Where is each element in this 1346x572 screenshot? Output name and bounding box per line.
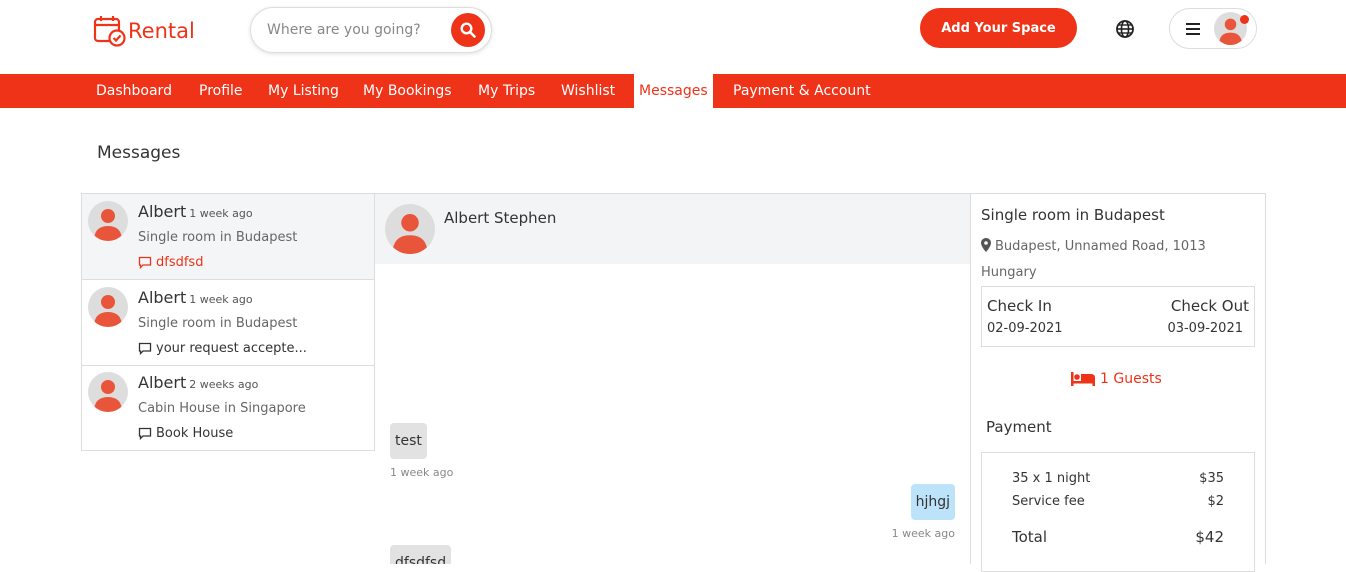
nav-item-dashboard[interactable]: Dashboard — [96, 74, 172, 108]
notification-dot — [1240, 15, 1249, 24]
logo-text: Rental — [128, 18, 195, 43]
chat-icon — [138, 256, 152, 269]
search-input[interactable] — [267, 22, 447, 38]
logo[interactable]: Rental — [93, 14, 195, 47]
hamburger-icon — [1186, 22, 1200, 35]
conversation-listing: Single room in Budapest — [138, 230, 298, 245]
conversation-item[interactable]: Albert 2 weeks ago Cabin House in Singapo… — [82, 365, 374, 451]
nav-item-payment-account[interactable]: Payment & Account — [733, 74, 871, 108]
conversation-preview: dfsdfsd — [138, 255, 203, 270]
contact-name: Albert — [138, 373, 187, 392]
conversation-item[interactable]: Albert 1 week ago Single room in Budapest… — [82, 280, 374, 366]
conversation-name: Albert 1 week ago — [138, 288, 253, 307]
booking-dates: Check In 02-09-2021 Check Out 03-09-2021 — [981, 286, 1255, 347]
user-menu-button[interactable] — [1169, 8, 1257, 49]
nav-item-my-trips[interactable]: My Trips — [478, 74, 535, 108]
check-out-label: Check Out — [1170, 297, 1249, 315]
conversation-name: Albert 2 weeks ago — [138, 373, 258, 392]
globe-icon[interactable] — [1115, 19, 1135, 39]
chat-header: Albert Stephen — [375, 194, 970, 264]
search-bar — [250, 7, 492, 53]
conversation-preview: your request accepte... — [138, 341, 307, 356]
top-header: Rental Add Your Space — [0, 0, 1346, 74]
booking-details-panel: Single room in Budapest Budapest, Unname… — [970, 193, 1266, 572]
page-title: Messages — [97, 143, 181, 163]
contact-name: Albert — [138, 202, 187, 221]
add-your-space-button[interactable]: Add Your Space — [920, 8, 1077, 48]
conversation-listing: Cabin House in Singapore — [138, 401, 306, 416]
nav-item-my-bookings[interactable]: My Bookings — [363, 74, 452, 108]
message-bubble: hjhgj — [910, 484, 955, 520]
chat-panel: Albert Stephen test 1 week ago hjhgj 1 w… — [375, 193, 970, 564]
message-bubble: dfsdfsd — [390, 545, 452, 564]
avatar — [88, 372, 128, 412]
payment-line-amount: $2 — [1207, 494, 1224, 509]
payment-line-amount: $35 — [1199, 471, 1224, 486]
total-label: Total — [1012, 528, 1048, 546]
listing-title: Single room in Budapest — [981, 206, 1165, 224]
dashboard-nav: Dashboard Profile My Listing My Bookings… — [0, 74, 1346, 108]
conversation-time: 2 weeks ago — [189, 378, 259, 391]
preview-text: your request accepte... — [156, 341, 307, 356]
total-amount: $42 — [1195, 528, 1224, 546]
preview-text: dfsdfsd — [156, 255, 204, 270]
map-pin-icon — [981, 238, 991, 252]
payment-line-label: 35 x 1 night — [1012, 471, 1091, 486]
message-bubble: test — [390, 423, 427, 459]
nav-item-my-listing[interactable]: My Listing — [268, 74, 339, 108]
payment-summary: 35 x 1 night $35 Service fee $2 Total $4… — [981, 452, 1255, 572]
search-icon — [460, 22, 476, 38]
conversation-listing: Single room in Budapest — [138, 316, 298, 331]
guests-text: 1 Guests — [1100, 371, 1162, 387]
nav-item-profile[interactable]: Profile — [199, 74, 243, 108]
address-text: Budapest, Unnamed Road, 1013 Hungary — [981, 239, 1206, 280]
check-in-date: 02-09-2021 — [987, 321, 1063, 336]
avatar — [88, 201, 128, 241]
guest-count: 1 Guests — [1071, 371, 1162, 387]
conversation-list: Albert 1 week ago Single room in Budapest… — [81, 193, 375, 451]
conversation-item[interactable]: Albert 1 week ago Single room in Budapest… — [82, 194, 374, 280]
message-time: 1 week ago — [390, 466, 454, 479]
payment-total: Total $42 — [1012, 528, 1224, 546]
calendar-check-icon — [93, 16, 126, 47]
conversation-name: Albert 1 week ago — [138, 202, 253, 221]
payment-title: Payment — [986, 418, 1052, 436]
conversation-time: 1 week ago — [189, 293, 253, 306]
message-time: 1 week ago — [891, 527, 955, 540]
chat-icon — [138, 342, 152, 355]
search-button[interactable] — [451, 13, 485, 47]
chat-contact-name: Albert Stephen — [444, 209, 557, 227]
nav-item-messages[interactable]: Messages — [634, 74, 713, 108]
conversation-time: 1 week ago — [189, 207, 253, 220]
contact-name: Albert — [138, 288, 187, 307]
conversation-preview: Book House — [138, 426, 233, 441]
payment-line: Service fee $2 — [1012, 494, 1224, 509]
check-in-label: Check In — [987, 297, 1052, 315]
avatar — [385, 204, 435, 254]
chat-icon — [138, 427, 152, 440]
nav-item-wishlist[interactable]: Wishlist — [561, 74, 615, 108]
preview-text: Book House — [156, 426, 234, 441]
payment-line: 35 x 1 night $35 — [1012, 471, 1224, 486]
bed-icon — [1071, 372, 1095, 386]
listing-address: Budapest, Unnamed Road, 1013 Hungary — [981, 234, 1221, 286]
avatar — [88, 287, 128, 327]
check-out-date: 03-09-2021 — [1167, 321, 1243, 336]
payment-line-label: Service fee — [1012, 494, 1085, 509]
